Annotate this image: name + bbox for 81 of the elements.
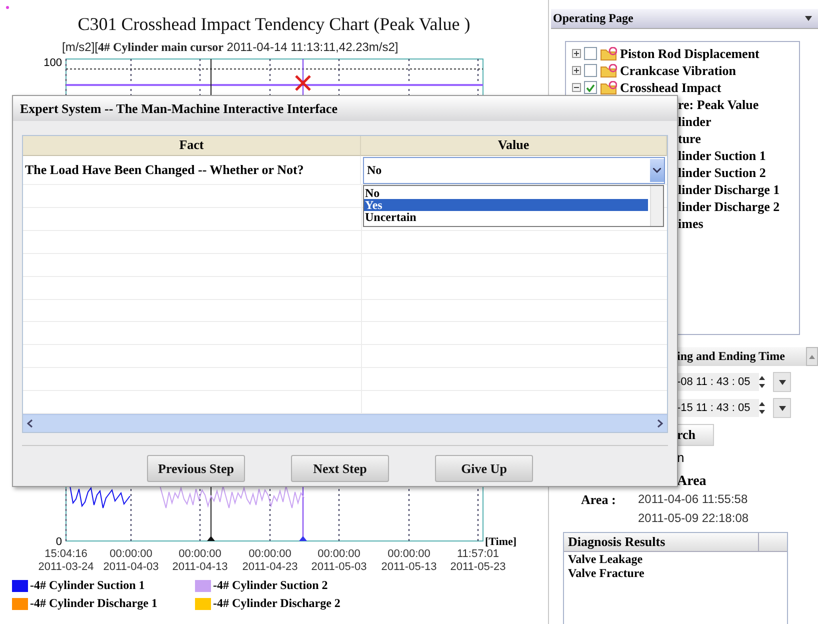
legend-label: -4# Cylinder Discharge 2	[213, 596, 340, 611]
x-tick-date: 2011-05-23	[450, 561, 506, 573]
tree-item[interactable]: linder Suction 2	[678, 164, 766, 180]
x-tick-date: 2011-05-03	[311, 561, 367, 573]
horizontal-scrollbar[interactable]	[23, 414, 667, 432]
x-tick-time: 00:00:00	[318, 548, 360, 560]
section-title: ing and Ending Time	[677, 349, 785, 364]
folder-icon	[600, 46, 617, 60]
dropdown-option[interactable]: Yes	[364, 198, 648, 211]
tree-item[interactable]: linder	[678, 114, 712, 130]
chevron-down-icon	[653, 168, 661, 173]
area-title: Area	[677, 474, 708, 490]
tree-item[interactable]: linder Discharge 2	[678, 198, 780, 214]
column-header: Value	[361, 136, 667, 156]
x-tick-time: 15:04:16	[44, 548, 88, 560]
tree-item[interactable]: Crosshead Impact	[620, 80, 722, 96]
fact-cell: The Load Have Been Changed -- Whether or Not?	[23, 156, 361, 184]
caret-down-icon	[778, 406, 786, 410]
chevron-right-icon[interactable]	[657, 419, 663, 428]
tree-item[interactable]: Piston Rod Displacement	[620, 46, 760, 62]
legend-label: -4# Cylinder Discharge 1	[30, 596, 158, 611]
x-tick-date: 2011-04-23	[242, 561, 298, 573]
y-axis-label: 100	[44, 57, 62, 69]
datetime-field[interactable]: -15 11 : 43 : 05	[677, 399, 759, 417]
diagnosis-item: Valve Fracture	[567, 566, 646, 580]
spinner-icon[interactable]	[757, 375, 767, 389]
x-tick-time: 00:00:00	[388, 548, 430, 560]
column-header: Diagnosis Results	[564, 533, 759, 552]
tree-item[interactable]: ture	[678, 130, 701, 146]
column-header: Fact	[23, 136, 361, 156]
x-tick-time: 00:00:00	[248, 548, 292, 560]
step-button[interactable]: Next Step	[291, 455, 389, 482]
option-label: n	[677, 450, 686, 466]
chart-title: C301 Crosshead Impact Tendency Chart (Peak Value )	[76, 14, 472, 36]
area-value: 2011-04-06 11:55:58	[638, 492, 749, 508]
checkbox[interactable]	[584, 81, 597, 94]
x-tick-date: 2011-05-13	[381, 561, 437, 573]
area-value: 2011-05-09 22:18:08	[638, 511, 750, 525]
x-tick-time: 00:00:00	[178, 548, 222, 560]
area-label: Area :	[581, 492, 617, 508]
caret-up-icon	[809, 354, 815, 358]
chevron-left-icon[interactable]	[27, 419, 33, 428]
x-tick-date: 2011-04-03	[103, 561, 159, 573]
diagnosis-item: Valve Leakage	[567, 552, 644, 566]
datetime-field[interactable]: -08 11 : 43 : 05	[677, 373, 759, 391]
step-button[interactable]: Previous Step	[147, 455, 245, 482]
x-tick-time: 11:57:01	[457, 548, 499, 560]
tree-item[interactable]: linder Discharge 1	[678, 182, 780, 198]
x-tick-date: 2011-03-24	[38, 561, 94, 573]
tree-item[interactable]: Crankcase Vibration	[620, 62, 736, 78]
spinner-icon[interactable]	[757, 401, 767, 415]
tree-item[interactable]: imes	[678, 216, 704, 232]
checkbox[interactable]	[584, 64, 597, 77]
folder-icon	[600, 64, 617, 78]
tree-item[interactable]: linder Suction 1	[678, 148, 766, 164]
x-tick-time: 00:00:00	[110, 548, 152, 560]
dropdown-caret-icon	[805, 16, 812, 21]
x-tick-date: 2011-04-13	[172, 561, 228, 573]
legend-label: -4# Cylinder Suction 1	[30, 578, 145, 593]
collapse-button[interactable]	[806, 347, 818, 366]
folder-icon	[600, 80, 617, 94]
dialog-title: Expert System -- The Man-Machine Interactive Interface	[13, 96, 677, 121]
scrollbar[interactable]	[650, 186, 663, 226]
y-axis-label: 0	[56, 536, 62, 548]
expand-icon[interactable]	[572, 49, 581, 58]
expand-icon[interactable]	[572, 66, 581, 75]
x-axis-title: [Time]	[485, 536, 517, 548]
dropdown-button[interactable]	[773, 372, 791, 392]
step-button[interactable]: Give Up	[435, 455, 533, 482]
search-button[interactable]: rch	[677, 424, 714, 446]
legend-label: -4# Cylinder Suction 2	[213, 578, 328, 593]
column-header	[759, 533, 787, 552]
value-dropdown[interactable]: No	[363, 156, 665, 184]
dropdown-button[interactable]	[773, 398, 791, 418]
collapse-icon[interactable]	[572, 83, 581, 92]
caret-down-icon	[778, 380, 786, 384]
cursor-readout: [m/s2][4# Cylinder main cursor 2011-04-14 11:13:11,42.23m/s2]	[61, 40, 400, 56]
tree-item[interactable]: re: Peak Value	[678, 96, 759, 112]
checkbox[interactable]	[584, 47, 597, 60]
marker-dot	[6, 6, 9, 9]
panel-title: Operating Page	[553, 11, 634, 26]
